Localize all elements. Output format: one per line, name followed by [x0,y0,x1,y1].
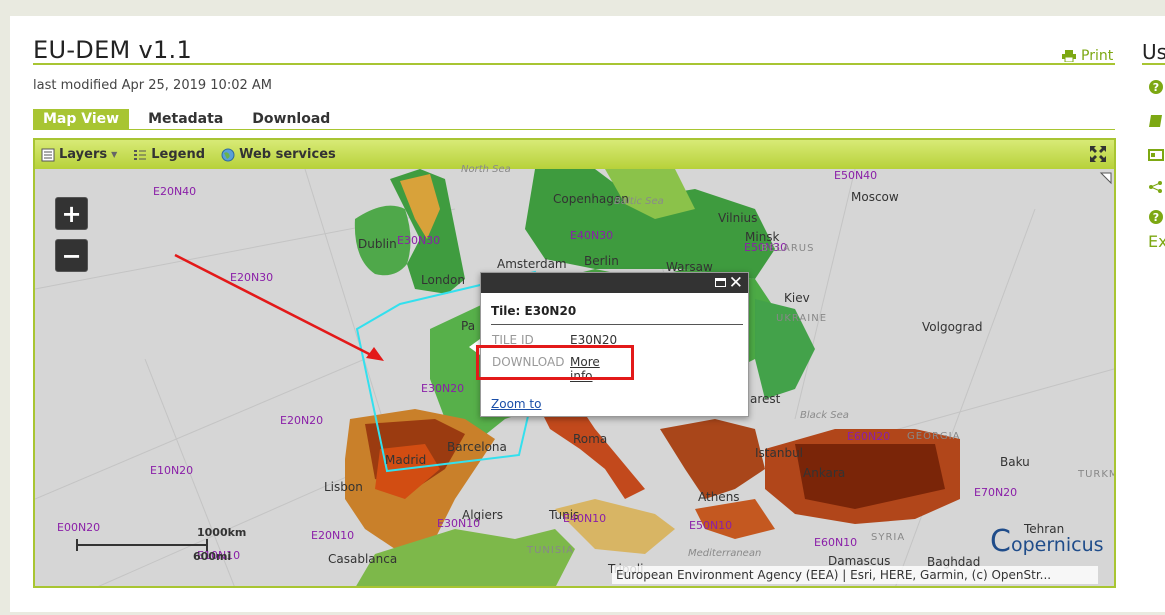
city-label: Kiev [784,291,810,305]
legend-label: Legend [151,147,206,162]
sidebar-divider [1142,63,1165,65]
city-label: Istanbul [755,446,804,460]
fullscreen-icon[interactable] [1089,145,1107,163]
sea-label: North Sea [461,164,511,175]
layers-button[interactable]: Layers ▼ [41,147,117,162]
city-label: Lisbon [324,480,363,494]
country-label: TURKM [1078,469,1116,480]
tile-label: E20N40 [153,185,197,198]
web-services-button[interactable]: Web services [221,147,336,162]
city-label: Berlin [584,254,619,268]
sea-label: Mediterranean [688,548,762,559]
tile-label: E30N20 [421,382,465,395]
close-icon[interactable]: ✕ [729,273,743,293]
print-label: Print [1081,48,1114,64]
city-label: Baku [1000,455,1030,469]
city-label: Madrid [385,453,427,467]
country-label: UKRAINE [776,313,828,324]
tile-label: E50N40 [834,169,878,182]
city-label: Casablanca [328,552,398,566]
page-title: EU-DEM v1.1 [33,36,193,64]
help-icon[interactable]: ? [1148,79,1164,95]
svg-text:?: ? [1153,211,1159,224]
tab-map-view[interactable]: Map View [33,109,130,130]
chevron-down-icon: ▼ [111,150,118,159]
sidebar-title: Us [1142,40,1165,64]
city-label: Moscow [851,190,899,204]
popup-title: Tile: E30N20 [491,304,577,318]
legend-icon [134,149,147,160]
last-modified: last modified Apr 25, 2019 10:02 AM [33,78,272,93]
web-services-label: Web services [239,147,336,162]
help-icon[interactable]: ? [1148,209,1164,225]
tile-label: E10N20 [150,464,194,477]
country-label: SYRIA [871,532,906,543]
map-toolbar: Layers ▼ Legend Web services [35,140,1114,169]
popup-divider [491,324,743,325]
maximize-icon[interactable] [715,278,726,287]
tile-label: E50N10 [689,519,733,532]
card-icon[interactable] [1148,147,1164,163]
zoom-out-button[interactable]: − [55,239,88,272]
scale-mi-label: 600mi [193,550,232,563]
sea-label: Baltic Sea [614,196,664,207]
city-label: Athens [698,490,740,504]
tab-download[interactable]: Download [242,109,340,130]
page-container: EU-DEM v1.1 Print last modified Apr 25, … [10,16,1165,615]
book-icon[interactable] [1148,113,1164,129]
tile-label: E00N20 [57,521,101,534]
sidebar-extra-text[interactable]: Ex [1148,232,1165,251]
city-label: Dublin [358,237,397,251]
print-button[interactable]: Print [1062,48,1113,64]
scale-km-label: 1000km [197,526,247,539]
city-label: Pa [461,319,476,333]
highlight-annotation [476,345,634,380]
tile-label: E60N20 [847,430,891,443]
zoom-to-link[interactable]: Zoom to [491,397,541,411]
tile-label: E20N20 [280,414,324,427]
city-label: London [421,273,465,287]
city-label: Vilnius [718,211,758,225]
tile-label: E20N30 [230,271,274,284]
tile-label: E40N30 [570,229,614,242]
tile-label: E30N10 [437,517,481,530]
tile-label: E20N10 [311,529,355,542]
country-label: TUNISIA [527,545,574,556]
map-canvas[interactable]: + − Copenhagen Moscow Vilnius Minsk Dubl… [35,164,1116,586]
tabs-divider [33,129,1115,130]
city-label: Barcelona [447,440,507,454]
layers-label: Layers [59,147,108,162]
layers-icon [41,148,55,161]
city-label: Roma [573,432,608,446]
city-label: Amsterdam [497,257,567,271]
popup-header: ✕ [481,273,748,293]
sitemap-icon[interactable] [1148,179,1164,195]
map-attribution: European Environment Agency (EEA) | Esri… [612,566,1098,584]
tile-label: E70N20 [974,486,1018,499]
tile-label: E40N10 [563,512,607,525]
view-tabs: Map View Metadata Download [33,109,349,130]
printer-icon [1062,50,1076,62]
map-viewer: Layers ▼ Legend Web services + − Copenha… [33,138,1116,588]
tab-metadata[interactable]: Metadata [138,109,233,130]
city-label: arest [750,392,781,406]
country-label: GEORGIA [907,431,961,442]
city-label: Volgograd [922,320,983,334]
globe-icon [221,148,235,161]
title-divider [33,63,1115,65]
copernicus-logo: Copernicus [990,524,1104,559]
tile-label: E60N10 [814,536,858,549]
zoom-in-button[interactable]: + [55,197,88,230]
city-label: Ankara [803,466,846,480]
tile-label: E30N30 [397,234,441,247]
country-label: BELARUS [761,243,815,254]
sea-label: Black Sea [800,410,849,421]
legend-button[interactable]: Legend [133,147,205,162]
svg-text:?: ? [1153,81,1159,94]
